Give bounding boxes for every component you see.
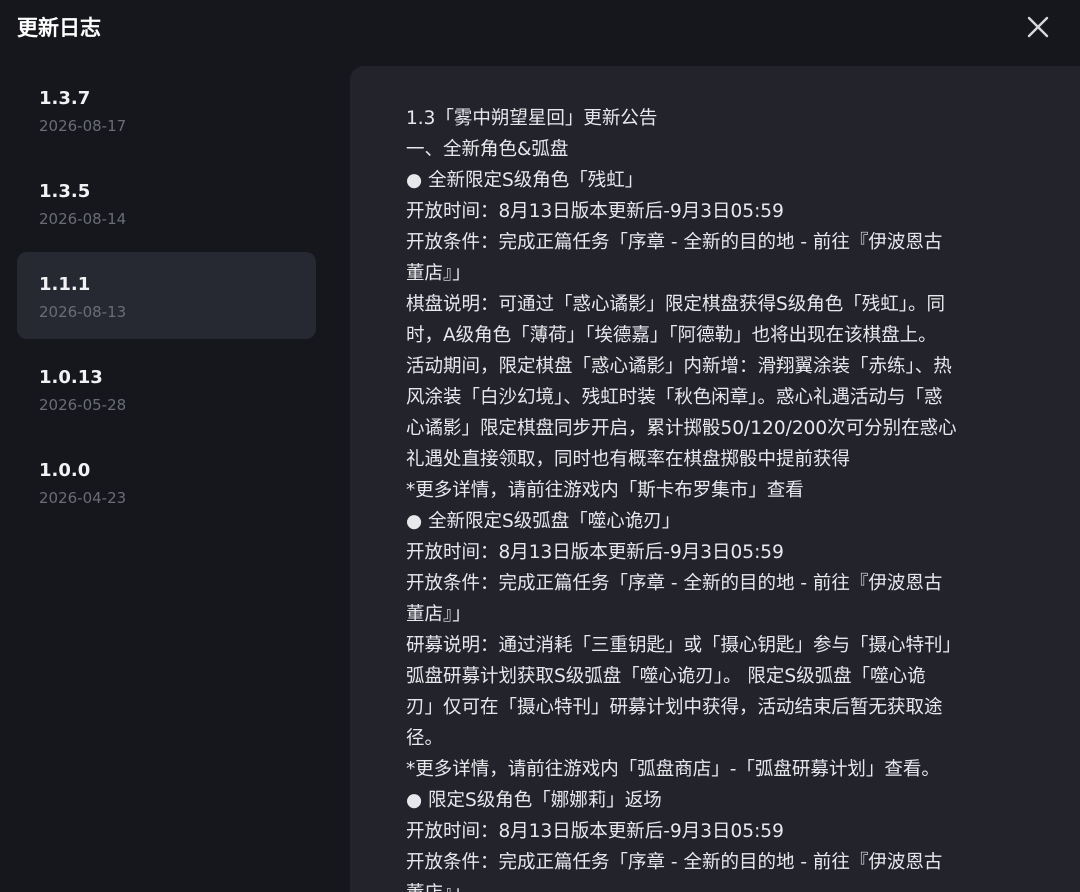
content-line: 径。	[406, 728, 444, 749]
version-number: 1.0.0	[39, 460, 91, 481]
version-item-1-0-0[interactable]: 1.0.0 2026-04-23	[17, 438, 316, 525]
version-date: 2026-05-28	[39, 396, 127, 414]
page-title: 更新日志	[17, 16, 101, 40]
version-item-1-3-7[interactable]: 1.3.7 2026-08-17	[17, 66, 316, 153]
content-line: 1.3「雾中朔望星回」更新公告	[406, 108, 658, 129]
version-item-1-1-1[interactable]: 1.1.1 2026-08-13	[17, 252, 316, 339]
content-line: ● 限定S级角色「娜娜莉」返场	[406, 790, 662, 811]
content-line: 开放条件：完成正篇任务「序章 - 全新的目的地 - 前往『伊波恩古	[406, 232, 943, 253]
changelog-window: 更新日志 1.3.7 2026-08-17 1.3.5 2026-08-14 1…	[0, 0, 1080, 892]
content-line: 一、全新角色&弧盘	[406, 139, 569, 160]
content-line: *更多详情，请前往游戏内「斯卡布罗集市」查看	[406, 480, 804, 501]
version-date: 2026-04-23	[39, 489, 127, 507]
content-line: 研募说明：通过消耗「三重钥匙」或「摄心钥匙」参与「摄心特刊」	[406, 635, 962, 656]
version-number: 1.0.13	[39, 367, 103, 388]
version-date: 2026-08-17	[39, 117, 127, 135]
version-date: 2026-08-14	[39, 210, 127, 228]
content-line: 开放时间：8月13日版本更新后-9月3日05:59	[406, 542, 784, 563]
content-line: 时，A级角色「薄荷」「埃德嘉」「阿德勒」也将出现在该棋盘上。	[406, 325, 937, 346]
close-button[interactable]	[1018, 8, 1058, 48]
content-line: 董店』」	[406, 263, 471, 284]
content-line: 开放条件：完成正篇任务「序章 - 全新的目的地 - 前往『伊波恩古	[406, 573, 943, 594]
version-number: 1.3.7	[39, 88, 91, 109]
version-number: 1.1.1	[39, 274, 91, 295]
content-line: 开放条件：完成正篇任务「序章 - 全新的目的地 - 前往『伊波恩古	[406, 852, 943, 873]
version-item-1-0-13[interactable]: 1.0.13 2026-05-28	[17, 345, 316, 432]
content-line: ● 全新限定S级弧盘「噬心诡刃」	[406, 511, 681, 532]
content-line: 礼遇处直接领取，同时也有概率在棋盘掷骰中提前获得	[406, 449, 851, 470]
content-line: 刃」仅可在「摄心特刊」研募计划中获得，活动结束后暂无获取途	[406, 697, 943, 718]
content-line: 董店』」	[406, 878, 1036, 892]
close-icon	[1027, 16, 1049, 38]
content-line: 心谲影」限定棋盘同步开启，累计掷骰50/120/200次可分别在惑心	[406, 418, 957, 439]
content-line: 董店』」	[406, 604, 471, 625]
content-line: 棋盘说明：可通过「惑心谲影」限定棋盘获得S级角色「残虹」。同	[406, 294, 945, 315]
changelog-content-panel[interactable]: 1.3「雾中朔望星回」更新公告 一、全新角色&弧盘 ● 全新限定S级角色「残虹」…	[350, 66, 1080, 892]
version-date: 2026-08-13	[39, 303, 127, 321]
content-line: *更多详情，请前往游戏内「弧盘商店」-「弧盘研募计划」查看。	[406, 759, 940, 780]
changelog-text: 1.3「雾中朔望星回」更新公告 一、全新角色&弧盘 ● 全新限定S级角色「残虹」…	[406, 103, 1036, 892]
content-line: 开放时间：8月13日版本更新后-9月3日05:59	[406, 821, 784, 842]
version-item-1-3-5[interactable]: 1.3.5 2026-08-14	[17, 159, 316, 246]
content-line: 开放时间：8月13日版本更新后-9月3日05:59	[406, 201, 784, 222]
version-list: 1.3.7 2026-08-17 1.3.5 2026-08-14 1.1.1 …	[17, 66, 316, 531]
version-number: 1.3.5	[39, 181, 91, 202]
content-line: 活动期间，限定棋盘「惑心谲影」内新增：滑翔翼涂装「赤练」、热	[406, 356, 952, 377]
content-line: 风涂装「白沙幻境」、残虹时装「秋色闲章」。惑心礼遇活动与「惑	[406, 387, 943, 408]
content-line: ● 全新限定S级角色「残虹」	[406, 170, 644, 191]
content-line: 弧盘研募计划获取S级弧盘「噬心诡刃」。 限定S级弧盘「噬心诡	[406, 666, 926, 687]
